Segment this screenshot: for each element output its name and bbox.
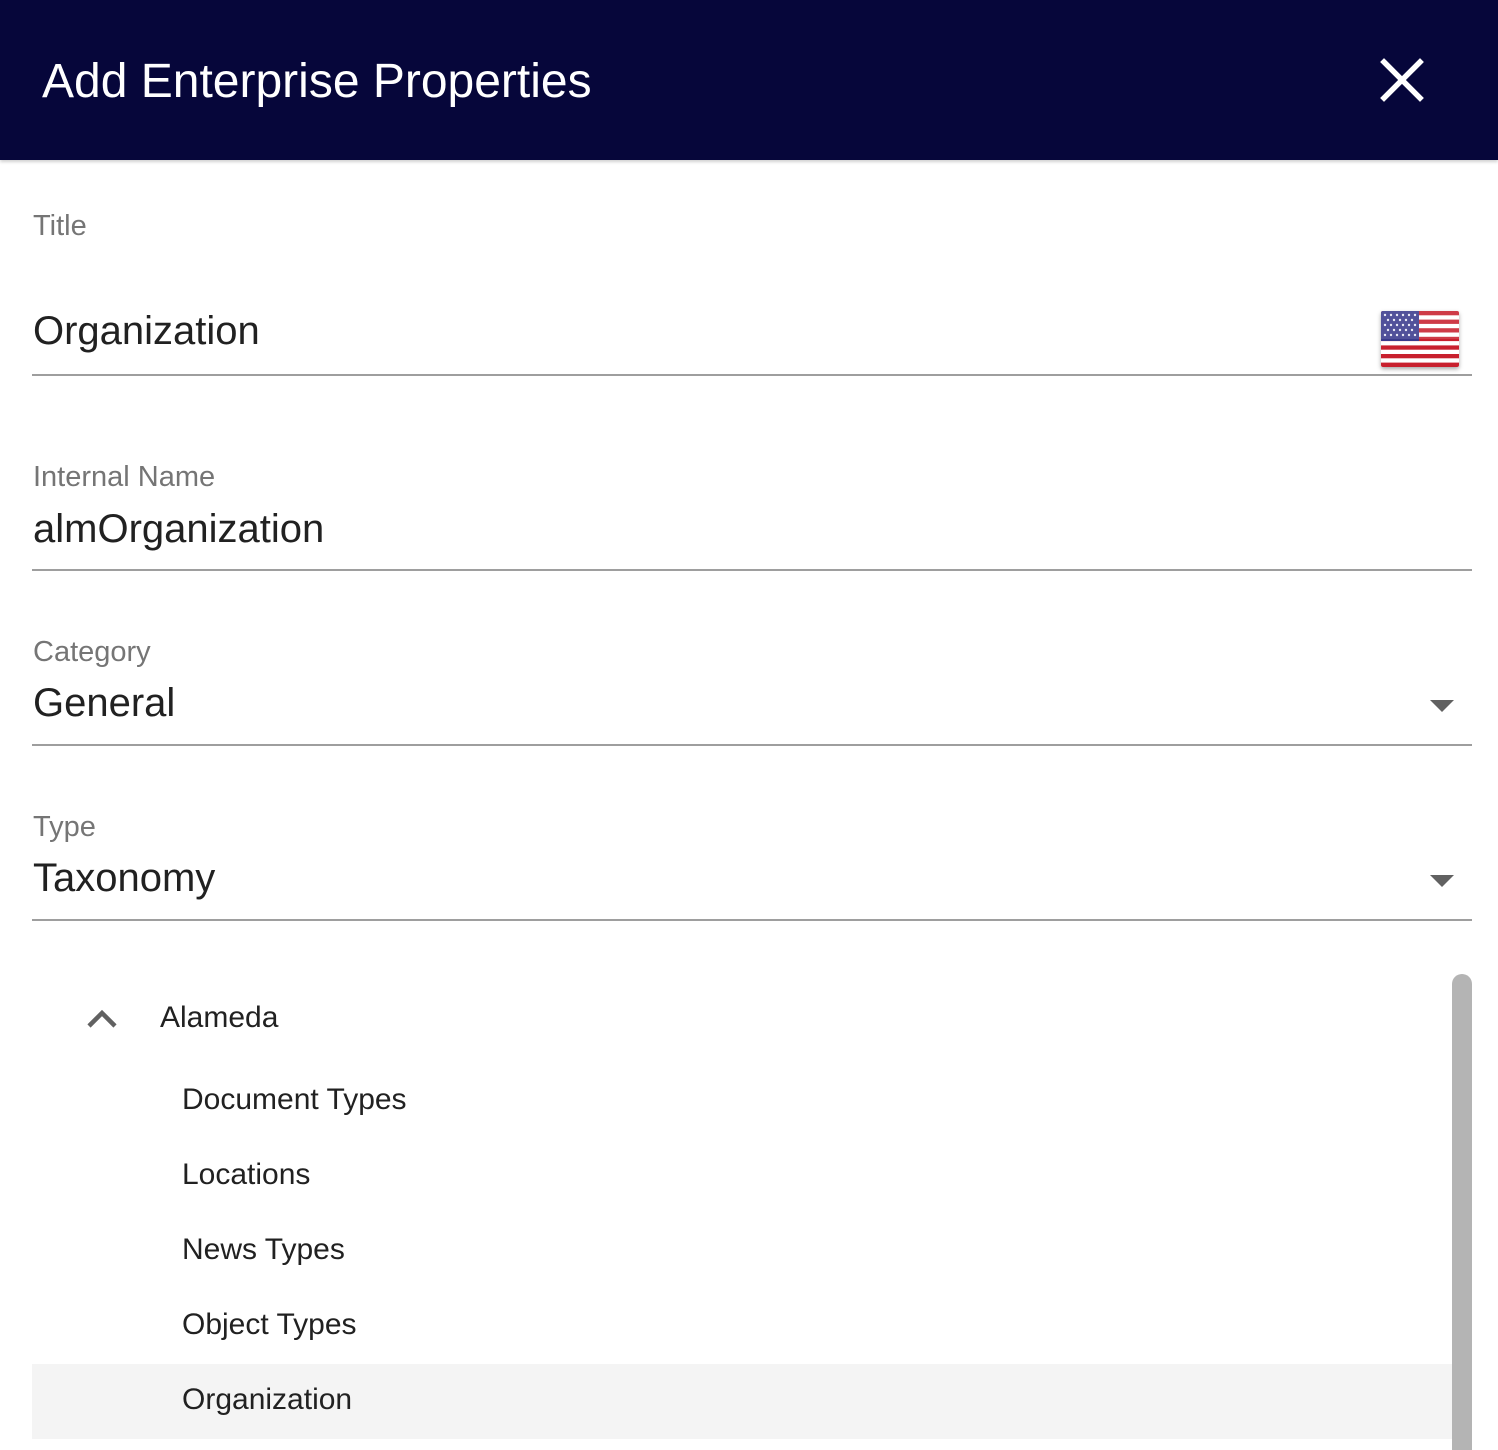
type-select[interactable]: Taxonomy	[33, 854, 1413, 902]
add-enterprise-properties-dialog: Add Enterprise Properties Title Organiza…	[0, 0, 1498, 1450]
tree-item-news-types[interactable]: News Types	[32, 1214, 1452, 1289]
tree-node-alameda[interactable]: Alameda	[32, 984, 1452, 1054]
chevron-up-icon[interactable]	[86, 1006, 118, 1030]
title-underline	[32, 374, 1472, 376]
dialog-header: Add Enterprise Properties	[0, 0, 1498, 160]
title-label: Title	[33, 210, 87, 242]
type-label: Type	[33, 811, 96, 843]
tree-scrollbar[interactable]	[1452, 972, 1472, 1450]
tree-item-label: Object Types	[182, 1308, 357, 1341]
tree-item-label: Document Types	[182, 1083, 407, 1116]
tree-item-label: Organization	[182, 1383, 353, 1416]
dropdown-arrow-icon[interactable]	[1428, 873, 1456, 889]
type-underline	[32, 919, 1472, 921]
close-icon	[1380, 58, 1424, 102]
tree-item-label: News Types	[182, 1233, 345, 1266]
category-underline	[32, 744, 1472, 746]
category-select[interactable]: General	[33, 679, 1413, 727]
title-input[interactable]: Organization	[33, 307, 1363, 355]
tree-item-organization[interactable]: Organization	[32, 1364, 1452, 1439]
tree-node-label: Alameda	[160, 1001, 279, 1034]
scrollbar-thumb[interactable]	[1452, 974, 1472, 1450]
us-flag-icon[interactable]	[1381, 311, 1459, 367]
dropdown-arrow-icon[interactable]	[1428, 698, 1456, 714]
close-button[interactable]	[1372, 50, 1432, 110]
internal-name-input[interactable]: almOrganization	[33, 505, 1433, 553]
internal-name-label: Internal Name	[33, 461, 216, 493]
tree-item-document-types[interactable]: Document Types	[32, 1064, 1452, 1139]
internal-name-underline	[32, 569, 1472, 571]
category-label: Category	[33, 636, 151, 668]
dialog-title: Add Enterprise Properties	[42, 55, 592, 108]
tree-item-locations[interactable]: Locations	[32, 1139, 1452, 1214]
taxonomy-tree: Alameda Document Types Locations News Ty…	[32, 972, 1452, 1450]
tree-item-label: Locations	[182, 1158, 311, 1191]
tree-item-object-types[interactable]: Object Types	[32, 1289, 1452, 1364]
